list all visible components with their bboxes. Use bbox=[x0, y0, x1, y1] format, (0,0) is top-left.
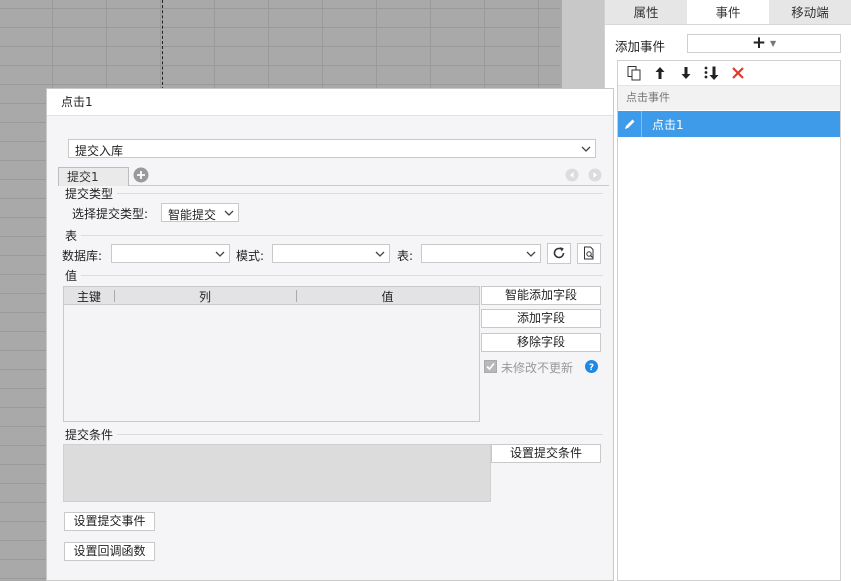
preview-table-button[interactable] bbox=[577, 243, 601, 264]
tab-submit-1[interactable]: 提交1 bbox=[58, 167, 129, 186]
chevron-down-icon bbox=[577, 140, 595, 157]
set-callback-button[interactable]: 设置回调函数 bbox=[64, 542, 155, 561]
chevron-down-icon bbox=[371, 245, 389, 262]
scroll-left-icon[interactable] bbox=[565, 168, 579, 182]
table-select[interactable] bbox=[421, 244, 541, 263]
section-divider bbox=[81, 235, 603, 236]
help-icon[interactable]: ? bbox=[585, 360, 598, 373]
svg-text:?: ? bbox=[589, 363, 594, 373]
add-event-row: 添加事件 + ▼ bbox=[615, 34, 841, 54]
section-table: 表 bbox=[65, 229, 78, 243]
tab-mobile[interactable]: 移动端 bbox=[769, 0, 851, 24]
chevron-down-icon bbox=[220, 204, 238, 221]
event-group-header: 点击事件 bbox=[618, 86, 840, 110]
plus-icon: + bbox=[751, 33, 767, 53]
copy-icon[interactable] bbox=[624, 63, 644, 83]
add-tab-icon[interactable] bbox=[133, 167, 149, 183]
column-header-value[interactable]: 值 bbox=[296, 288, 479, 305]
column-divider-dashed bbox=[162, 0, 163, 90]
schema-label: 模式: bbox=[236, 249, 265, 263]
smart-add-field-button[interactable]: 智能添加字段 bbox=[481, 286, 601, 305]
action-type-select[interactable]: 提交入库 bbox=[68, 139, 596, 158]
arrow-down-icon[interactable] bbox=[676, 63, 696, 83]
section-submit-type: 提交类型 bbox=[65, 187, 114, 201]
section-value: 值 bbox=[65, 269, 78, 283]
add-event-button[interactable]: + ▼ bbox=[687, 34, 841, 53]
property-panel: 属性 事件 移动端 添加事件 + ▼ 点击事件 点击1 bbox=[604, 0, 851, 581]
event-list: 点击事件 点击1 bbox=[617, 60, 841, 581]
field-table[interactable]: 主键 列 值 bbox=[63, 286, 480, 422]
column-header-column[interactable]: 列 bbox=[114, 288, 296, 305]
column-header-primary-key[interactable]: 主键 bbox=[64, 288, 114, 305]
submit-type-label: 选择提交类型: bbox=[72, 207, 149, 221]
skip-unmodified-checkbox[interactable] bbox=[484, 360, 497, 373]
delete-icon[interactable] bbox=[728, 63, 748, 83]
move-bottom-icon[interactable] bbox=[702, 63, 722, 83]
event-dialog: 点击1 提交入库 提交1 提交类型 选择提交类型: 智能提交 表 数据库: 模式… bbox=[46, 88, 614, 581]
event-item-label: 点击1 bbox=[652, 117, 684, 132]
database-select[interactable] bbox=[111, 244, 230, 263]
add-field-button[interactable]: 添加字段 bbox=[481, 309, 601, 328]
refresh-button[interactable] bbox=[547, 243, 571, 264]
submit-type-value: 智能提交 bbox=[168, 208, 217, 222]
panel-tabs: 属性 事件 移动端 bbox=[605, 0, 851, 25]
table-label: 表: bbox=[397, 249, 414, 263]
refresh-icon bbox=[553, 247, 565, 259]
field-table-header: 主键 列 值 bbox=[64, 287, 479, 305]
submit-type-select[interactable]: 智能提交 bbox=[161, 203, 239, 222]
section-divider bbox=[117, 193, 603, 194]
add-event-label: 添加事件 bbox=[615, 39, 666, 54]
section-divider bbox=[81, 275, 603, 276]
database-label: 数据库: bbox=[62, 249, 103, 263]
section-submit-condition: 提交条件 bbox=[65, 428, 114, 442]
tab-strip-divider bbox=[129, 185, 609, 186]
submit-condition-area bbox=[63, 444, 491, 502]
section-divider bbox=[117, 434, 603, 435]
check-icon bbox=[486, 362, 495, 371]
set-submit-condition-button[interactable]: 设置提交条件 bbox=[491, 444, 601, 463]
dialog-title: 点击1 bbox=[47, 89, 613, 116]
arrow-up-icon[interactable] bbox=[650, 63, 670, 83]
tab-events[interactable]: 事件 bbox=[687, 0, 769, 24]
preview-icon bbox=[584, 246, 594, 260]
skip-unmodified-label: 未修改不更新 bbox=[501, 361, 574, 375]
scroll-right-icon[interactable] bbox=[588, 168, 602, 182]
tab-properties[interactable]: 属性 bbox=[605, 0, 687, 24]
edit-icon[interactable] bbox=[618, 111, 642, 137]
remove-field-button[interactable]: 移除字段 bbox=[481, 333, 601, 352]
chevron-down-icon bbox=[211, 245, 229, 262]
caret-down-icon: ▼ bbox=[769, 39, 777, 48]
schema-select[interactable] bbox=[272, 244, 390, 263]
chevron-down-icon bbox=[522, 245, 540, 262]
event-item[interactable]: 点击1 bbox=[618, 111, 840, 137]
set-submit-event-button[interactable]: 设置提交事件 bbox=[64, 512, 155, 531]
event-toolbar bbox=[618, 61, 840, 86]
action-type-value: 提交入库 bbox=[75, 144, 124, 158]
